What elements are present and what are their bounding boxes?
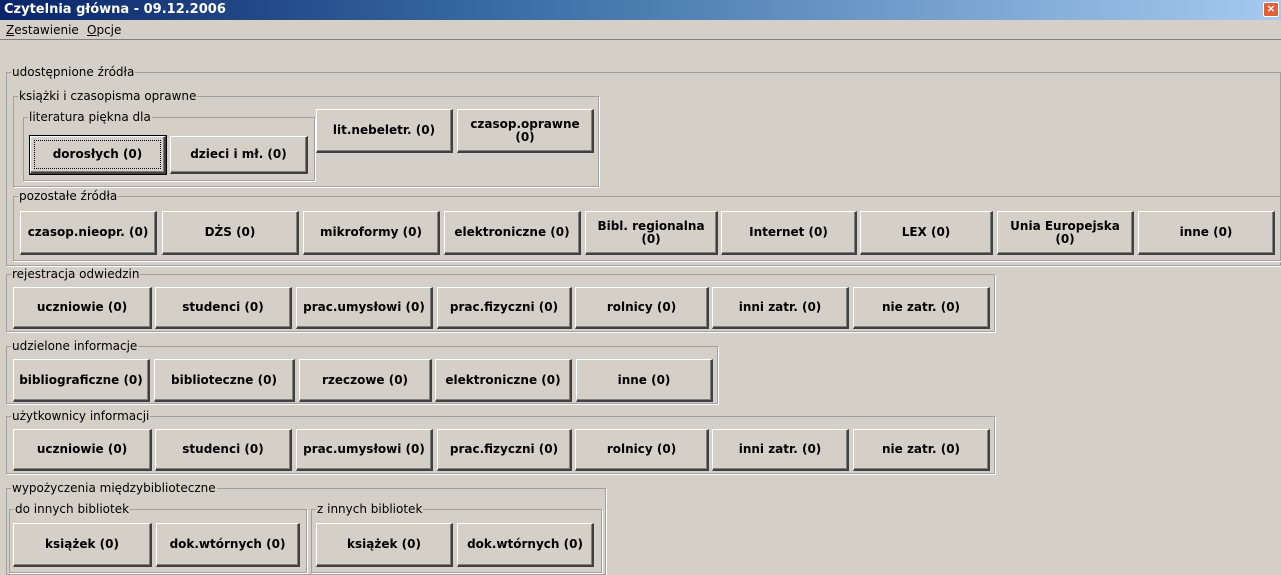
group-literatura-legend: literatura piękna dla xyxy=(29,110,151,124)
button-uzyt-rolnicy[interactable]: rolnicy (0) xyxy=(575,429,709,471)
group-do-innych-legend: do innych bibliotek xyxy=(15,502,130,516)
button-inne-informacje[interactable]: inne (0) xyxy=(576,359,713,402)
button-lit-nebeletr[interactable]: lit.nebeletr. (0) xyxy=(316,109,453,153)
button-uzyt-nie-zatr[interactable]: nie zatr. (0) xyxy=(853,429,990,471)
group-rejestracja-legend: rejestracja odwiedzin xyxy=(12,267,140,281)
button-czasop-nieopr[interactable]: czasop.nieopr. (0) xyxy=(20,211,157,255)
button-uzyt-uczniowie[interactable]: uczniowie (0) xyxy=(13,429,152,471)
button-uzyt-studenci[interactable]: studenci (0) xyxy=(155,429,292,471)
button-inne-zrodla[interactable]: inne (0) xyxy=(1138,211,1275,255)
button-uzyt-prac-fizyczni[interactable]: prac.fizyczni (0) xyxy=(437,429,572,471)
button-rej-inni-zatr[interactable]: inni zatr. (0) xyxy=(712,287,849,329)
menu-zestawienie-label: estawienie xyxy=(14,23,79,37)
button-literatura-dzieci[interactable]: dzieci i mł. (0) xyxy=(170,136,308,174)
group-ksiazki-legend: książki i czasopisma oprawne xyxy=(19,89,197,103)
button-mikroformy[interactable]: mikroformy (0) xyxy=(303,211,440,255)
button-bibliograficzne[interactable]: bibliograficzne (0) xyxy=(13,359,150,402)
menu-opcje-label: pcje xyxy=(96,23,122,37)
button-bibl-regionalna[interactable]: Bibl. regionalna (0) xyxy=(585,211,718,255)
button-z-innych-ksiazek[interactable]: książek (0) xyxy=(316,523,453,567)
title-bar: Czytelnia główna - 09.12.2006 × xyxy=(0,0,1281,20)
button-do-innych-dok-wtornych[interactable]: dok.wtórnych (0) xyxy=(156,523,300,567)
group-z-innych-legend: z innych bibliotek xyxy=(317,502,423,516)
button-rej-prac-fizyczni[interactable]: prac.fizyczni (0) xyxy=(437,287,572,329)
button-uzyt-prac-umyslowi[interactable]: prac.umysłowi (0) xyxy=(296,429,433,471)
close-button[interactable]: × xyxy=(1263,2,1279,17)
menu-zestawienie-mnemonic: Z xyxy=(6,23,15,37)
menu-zestawienie[interactable]: Zestawienie xyxy=(6,23,79,37)
group-uzytkownicy-legend: użytkownicy informacji xyxy=(12,409,150,423)
menu-bar: Zestawienie Opcje xyxy=(0,20,1281,40)
button-czasop-oprawne[interactable]: czasop.oprawne (0) xyxy=(457,109,594,153)
button-do-innych-ksiazek[interactable]: książek (0) xyxy=(13,523,152,567)
button-unia-europejska[interactable]: Unia Europejska (0) xyxy=(997,211,1134,255)
button-rej-nie-zatr[interactable]: nie zatr. (0) xyxy=(853,287,990,329)
button-rej-prac-umyslowi[interactable]: prac.umysłowi (0) xyxy=(296,287,433,329)
button-rej-studenci[interactable]: studenci (0) xyxy=(155,287,292,329)
group-wypozyczenia-legend: wypożyczenia międzybiblioteczne xyxy=(12,481,216,495)
button-elektroniczne-informacje[interactable]: elektroniczne (0) xyxy=(435,359,572,402)
button-elektroniczne-zrodla[interactable]: elektroniczne (0) xyxy=(444,211,581,255)
menu-opcje[interactable]: Opcje xyxy=(87,23,121,37)
button-rej-rolnicy[interactable]: rolnicy (0) xyxy=(575,287,709,329)
window-title: Czytelnia główna - 09.12.2006 xyxy=(4,2,226,17)
group-udzielone-legend: udzielone informacje xyxy=(12,339,138,353)
button-biblioteczne[interactable]: biblioteczne (0) xyxy=(154,359,295,402)
button-dzs[interactable]: DŻS (0) xyxy=(162,211,299,255)
button-internet[interactable]: Internet (0) xyxy=(721,211,857,255)
button-literatura-doroslych[interactable]: dorosłych (0) xyxy=(29,135,167,175)
button-lex[interactable]: LEX (0) xyxy=(860,211,993,255)
button-rzeczowe[interactable]: rzeczowe (0) xyxy=(299,359,432,402)
group-udostepnione-legend: udostępnione źródła xyxy=(12,65,135,79)
group-pozostale-legend: pozostałe źródła xyxy=(19,189,118,203)
button-uzyt-inni-zatr[interactable]: inni zatr. (0) xyxy=(712,429,849,471)
button-z-innych-dok-wtornych[interactable]: dok.wtórnych (0) xyxy=(457,523,594,567)
close-icon: × xyxy=(1266,2,1276,15)
button-rej-uczniowie[interactable]: uczniowie (0) xyxy=(13,287,152,329)
